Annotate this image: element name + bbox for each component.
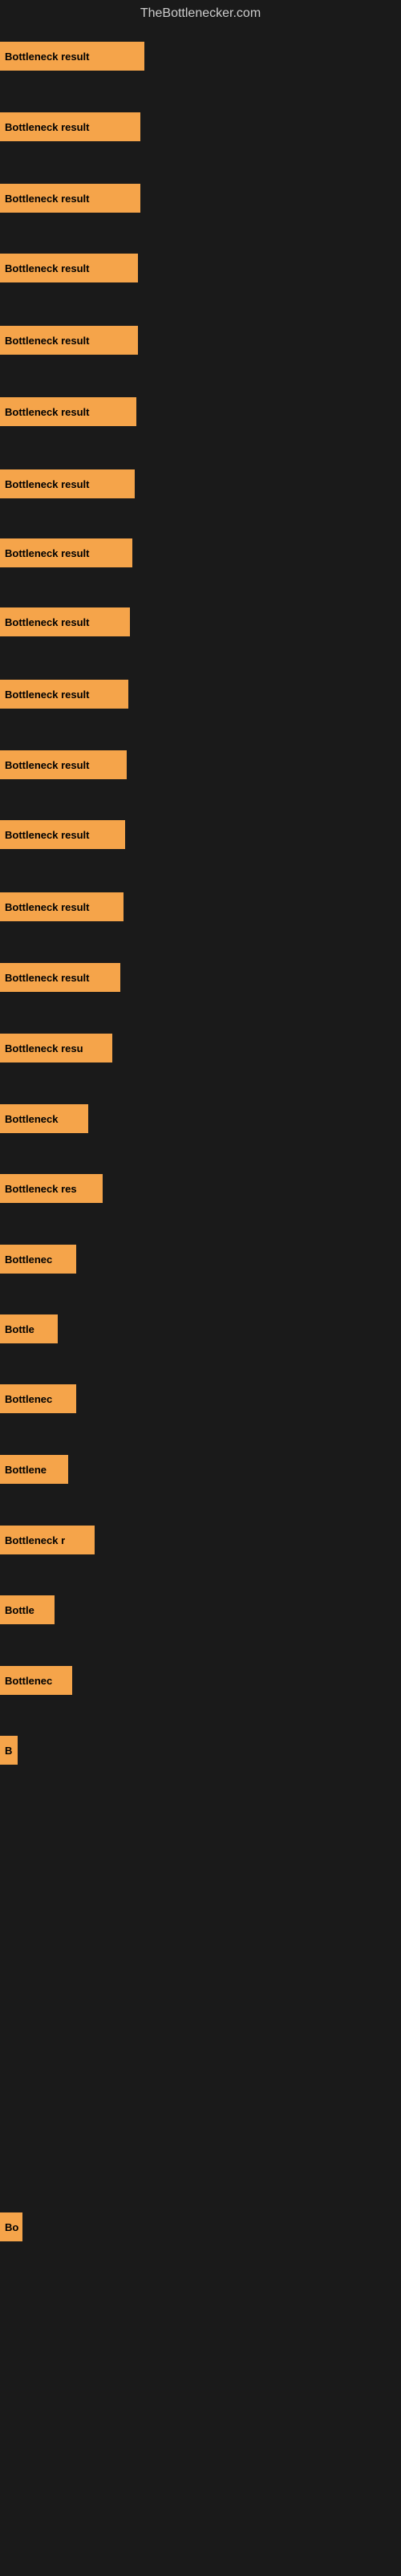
bar-container: Bo [0,2195,401,2259]
bar-container [0,2265,401,2330]
bottleneck-bar[interactable]: Bottleneck result [0,680,128,709]
bar-label: Bottleneck result [5,829,89,841]
bar-label: Bottleneck res [5,1183,77,1195]
bar-container: Bottleneck result [0,24,401,88]
bottleneck-bar[interactable]: Bottlene [0,1455,68,1484]
bar-container: Bottleneck r [0,1508,401,1572]
bar-container: Bottlenec [0,1648,401,1713]
bar-label: Bottleneck result [5,616,89,628]
bar-container: Bottleneck result [0,95,401,159]
bottleneck-bar[interactable]: Bottleneck result [0,254,138,282]
bar-container: Bottlenec [0,1367,401,1431]
bar-label: Bottleneck result [5,478,89,490]
bottleneck-bar[interactable]: Bottleneck resu [0,1034,112,1062]
bar-label: Bo [5,2221,18,2233]
bar-label: Bottle [5,1604,34,1616]
bar-container: Bottleneck result [0,662,401,726]
bar-label: Bottleneck result [5,406,89,418]
bottleneck-bar[interactable]: Bottle [0,1314,58,1343]
bottleneck-bar[interactable]: Bo [0,2212,22,2241]
bottleneck-bar[interactable]: Bottlenec [0,1666,72,1695]
bottleneck-bar[interactable]: Bottleneck result [0,963,120,992]
bar-label: Bottleneck result [5,759,89,771]
bottleneck-bar[interactable]: B [0,1736,18,1765]
site-title-container: TheBottlenecker.com [0,0,401,24]
bar-label: Bottleneck [5,1113,58,1125]
bar-container: Bottlenec [0,1227,401,1291]
bar-container: Bottlene [0,1437,401,1501]
bar-container: Bottleneck result [0,308,401,372]
bottleneck-bar[interactable]: Bottleneck result [0,469,135,498]
bottleneck-bar[interactable]: Bottleneck result [0,607,130,636]
bar-label: Bottle [5,1323,34,1335]
bar-container: Bottleneck [0,1087,401,1151]
bottleneck-bar[interactable]: Bottleneck result [0,42,144,71]
bottleneck-bar[interactable]: Bottleneck r [0,1526,95,1554]
bar-label: Bottleneck result [5,901,89,913]
bar-label: Bottleneck result [5,547,89,559]
bar-container: Bottleneck result [0,875,401,939]
bar-label: Bottlenec [5,1393,52,1405]
bar-label: Bottleneck result [5,972,89,984]
bar-container [0,2335,401,2399]
bar-container [0,1859,401,1923]
bar-container [0,1929,401,1993]
bar-label: Bottleneck result [5,51,89,63]
bar-container [0,1789,401,1853]
bar-container: Bottleneck result [0,945,401,1010]
site-title: TheBottlenecker.com [0,0,401,24]
bar-container: Bottleneck result [0,733,401,797]
bar-label: Bottleneck resu [5,1042,83,1054]
bar-container: Bottle [0,1297,401,1361]
bar-label: Bottleneck result [5,262,89,274]
bar-label: Bottleneck result [5,193,89,205]
bar-container: Bottleneck result [0,521,401,585]
bottleneck-bar[interactable]: Bottle [0,1595,55,1624]
bottleneck-bar[interactable]: Bottleneck result [0,397,136,426]
bottleneck-bar[interactable]: Bottleneck result [0,820,125,849]
bar-container: Bottleneck result [0,380,401,444]
bottleneck-bar[interactable]: Bottleneck result [0,538,132,567]
bar-container: Bottleneck result [0,166,401,230]
bar-label: Bottlenec [5,1253,52,1266]
bottleneck-bar[interactable]: Bottlenec [0,1384,76,1413]
bar-label: B [5,1745,12,1757]
bar-container: B [0,1718,401,1782]
bar-container: Bottle [0,1578,401,1642]
bar-container [0,2406,401,2470]
bar-container: Bottleneck result [0,236,401,300]
bottleneck-bar[interactable]: Bottleneck [0,1104,88,1133]
bottleneck-bar[interactable]: Bottleneck result [0,892,124,921]
bottleneck-bar[interactable]: Bottleneck res [0,1174,103,1203]
bar-container: Bottleneck resu [0,1016,401,1080]
bar-label: Bottleneck result [5,335,89,347]
bottleneck-bar[interactable]: Bottleneck result [0,326,138,355]
bar-label: Bottleneck r [5,1534,65,1546]
bottleneck-bar[interactable]: Bottleneck result [0,750,127,779]
bar-label: Bottlenec [5,1675,52,1687]
bar-label: Bottleneck result [5,121,89,133]
bar-container: Bottleneck result [0,590,401,654]
bar-label: Bottlene [5,1464,47,1476]
bottleneck-bar[interactable]: Bottleneck result [0,112,140,141]
bar-container: Bottleneck res [0,1156,401,1221]
bar-container [0,2476,401,2540]
bar-label: Bottleneck result [5,689,89,701]
bottleneck-bar[interactable]: Bottlenec [0,1245,76,1274]
bar-container: Bottleneck result [0,802,401,867]
bar-container: Bottleneck result [0,452,401,516]
bottleneck-bar[interactable]: Bottleneck result [0,184,140,213]
